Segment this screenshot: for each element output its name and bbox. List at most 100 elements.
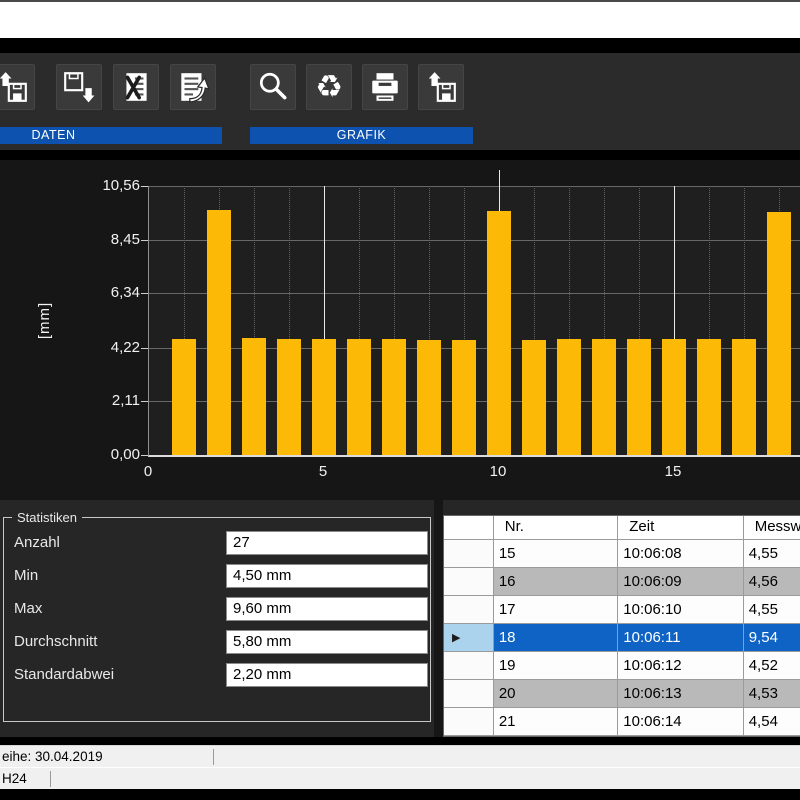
- statusbar-series: eihe: 30.04.2019: [0, 745, 800, 767]
- statusbar-device: H24: [0, 767, 800, 789]
- row-selector[interactable]: [444, 540, 494, 567]
- table-row[interactable]: 1510:06:084,55: [444, 540, 800, 568]
- zoom-button[interactable]: [250, 64, 296, 110]
- cell-zeit[interactable]: 10:06:14: [618, 708, 743, 735]
- row-selector[interactable]: [444, 568, 494, 595]
- cell-nr[interactable]: 16: [494, 568, 618, 595]
- y-tick-mark: [141, 240, 148, 241]
- cell-messwert[interactable]: 4,55: [744, 596, 800, 623]
- stat-label-standardabwei: Standardabwei: [14, 664, 114, 686]
- y-tick-mark: [141, 401, 148, 402]
- row-selector[interactable]: ▶: [444, 624, 494, 651]
- save-graphic-button[interactable]: [418, 64, 464, 110]
- cell-nr[interactable]: 15: [494, 540, 618, 567]
- y-tick-mark: [141, 455, 148, 456]
- bar: [592, 339, 616, 455]
- x-tick-label: 0: [128, 463, 168, 480]
- cell-zeit[interactable]: 10:06:12: [618, 652, 743, 679]
- row-selector[interactable]: [444, 708, 494, 735]
- stat-value-max[interactable]: 9,60 mm: [226, 597, 428, 621]
- cell-nr[interactable]: 21: [494, 708, 618, 735]
- table-header-row: Nr. Zeit Messwert: [444, 516, 800, 540]
- cell-zeit[interactable]: 10:06:10: [618, 596, 743, 623]
- bar: [697, 339, 721, 455]
- gridline-horizontal: [149, 240, 800, 241]
- bar: [522, 340, 546, 455]
- export-excel-button[interactable]: [113, 64, 159, 110]
- statusbar-separator: [50, 771, 51, 787]
- floppy-arrow-up-icon: [0, 70, 29, 104]
- recycle-icon: ♻: [315, 72, 343, 103]
- bar: [277, 339, 301, 455]
- cell-nr[interactable]: 19: [494, 652, 618, 679]
- panel-splitter[interactable]: [434, 500, 443, 737]
- statistics-groupbox: Statistiken Anzahl27Min4,50 mmMax9,60 mm…: [3, 517, 431, 722]
- stat-label-anzahl: Anzahl: [14, 532, 60, 554]
- cell-zeit[interactable]: 10:06:13: [618, 680, 743, 707]
- chart-plot-area: [148, 186, 800, 457]
- row-selector[interactable]: [444, 680, 494, 707]
- statusbar-separator: [213, 749, 214, 765]
- stat-value-anzahl[interactable]: 27: [226, 531, 428, 555]
- row-selector[interactable]: [444, 652, 494, 679]
- save-data-button[interactable]: [56, 64, 102, 110]
- bar: [242, 338, 266, 455]
- cell-messwert[interactable]: 9,54: [744, 624, 800, 651]
- print-button[interactable]: [362, 64, 408, 110]
- document-curved-arrow-icon: [176, 70, 210, 104]
- cell-messwert[interactable]: 4,56: [744, 568, 800, 595]
- stat-value-min[interactable]: 4,50 mm: [226, 564, 428, 588]
- bar: [732, 339, 756, 455]
- column-header-messwert[interactable]: Messwert: [744, 516, 800, 539]
- table-row[interactable]: 2010:06:134,53: [444, 680, 800, 708]
- x-tick-label: 5: [303, 463, 343, 480]
- column-header-nr[interactable]: Nr.: [494, 516, 618, 539]
- table-row[interactable]: 1710:06:104,55: [444, 596, 800, 624]
- y-tick-mark: [141, 186, 148, 187]
- stat-value-durchschnitt[interactable]: 5,80 mm: [226, 630, 428, 654]
- divider-band: [0, 737, 800, 745]
- cell-nr[interactable]: 20: [494, 680, 618, 707]
- cell-messwert[interactable]: 4,54: [744, 708, 800, 735]
- printer-icon: [368, 70, 402, 104]
- stat-label-durchschnitt: Durchschnitt: [14, 631, 97, 653]
- bar: [312, 339, 336, 455]
- cell-zeit[interactable]: 10:06:08: [618, 540, 743, 567]
- stat-value-standardabwei[interactable]: 2,20 mm: [226, 663, 428, 687]
- table-row[interactable]: 1910:06:124,52: [444, 652, 800, 680]
- cell-zeit[interactable]: 10:06:11: [618, 624, 743, 651]
- divider-band: [0, 38, 800, 53]
- cell-zeit[interactable]: 10:06:09: [618, 568, 743, 595]
- floppy-arrow-up-icon: [424, 70, 458, 104]
- bar: [557, 339, 581, 455]
- load-data-button[interactable]: [0, 64, 35, 110]
- row-selector[interactable]: [444, 596, 494, 623]
- cell-nr[interactable]: 17: [494, 596, 618, 623]
- y-tick-label: 6,34: [78, 284, 140, 302]
- y-tick-label: 10,56: [78, 177, 140, 195]
- y-tick-label: 2,11: [78, 392, 140, 410]
- cell-messwert[interactable]: 4,52: [744, 652, 800, 679]
- refresh-button[interactable]: ♻: [306, 64, 352, 110]
- bar: [487, 211, 511, 455]
- bar: [347, 339, 371, 455]
- bar: [627, 339, 651, 455]
- lower-panel: Statistiken Anzahl27Min4,50 mmMax9,60 mm…: [0, 500, 800, 737]
- export-document-button[interactable]: [170, 64, 216, 110]
- cell-nr[interactable]: 18: [494, 624, 618, 651]
- table-row[interactable]: 1610:06:094,56: [444, 568, 800, 596]
- bar: [767, 212, 791, 455]
- bar: [662, 339, 686, 455]
- toolbar-group-grafik-label: GRAFIK: [250, 127, 473, 144]
- divider-band: [0, 150, 800, 160]
- cell-messwert[interactable]: 4,55: [744, 540, 800, 567]
- stat-label-max: Max: [14, 598, 42, 620]
- cell-messwert[interactable]: 4,53: [744, 680, 800, 707]
- x-tick-label: 10: [478, 463, 518, 480]
- table-row[interactable]: ▶1810:06:119,54: [444, 624, 800, 652]
- column-header-zeit[interactable]: Zeit: [618, 516, 743, 539]
- bar: [452, 340, 476, 455]
- table-row[interactable]: 2110:06:144,54: [444, 708, 800, 736]
- y-axis-label: [mm]: [36, 302, 53, 339]
- y-tick-mark: [141, 348, 148, 349]
